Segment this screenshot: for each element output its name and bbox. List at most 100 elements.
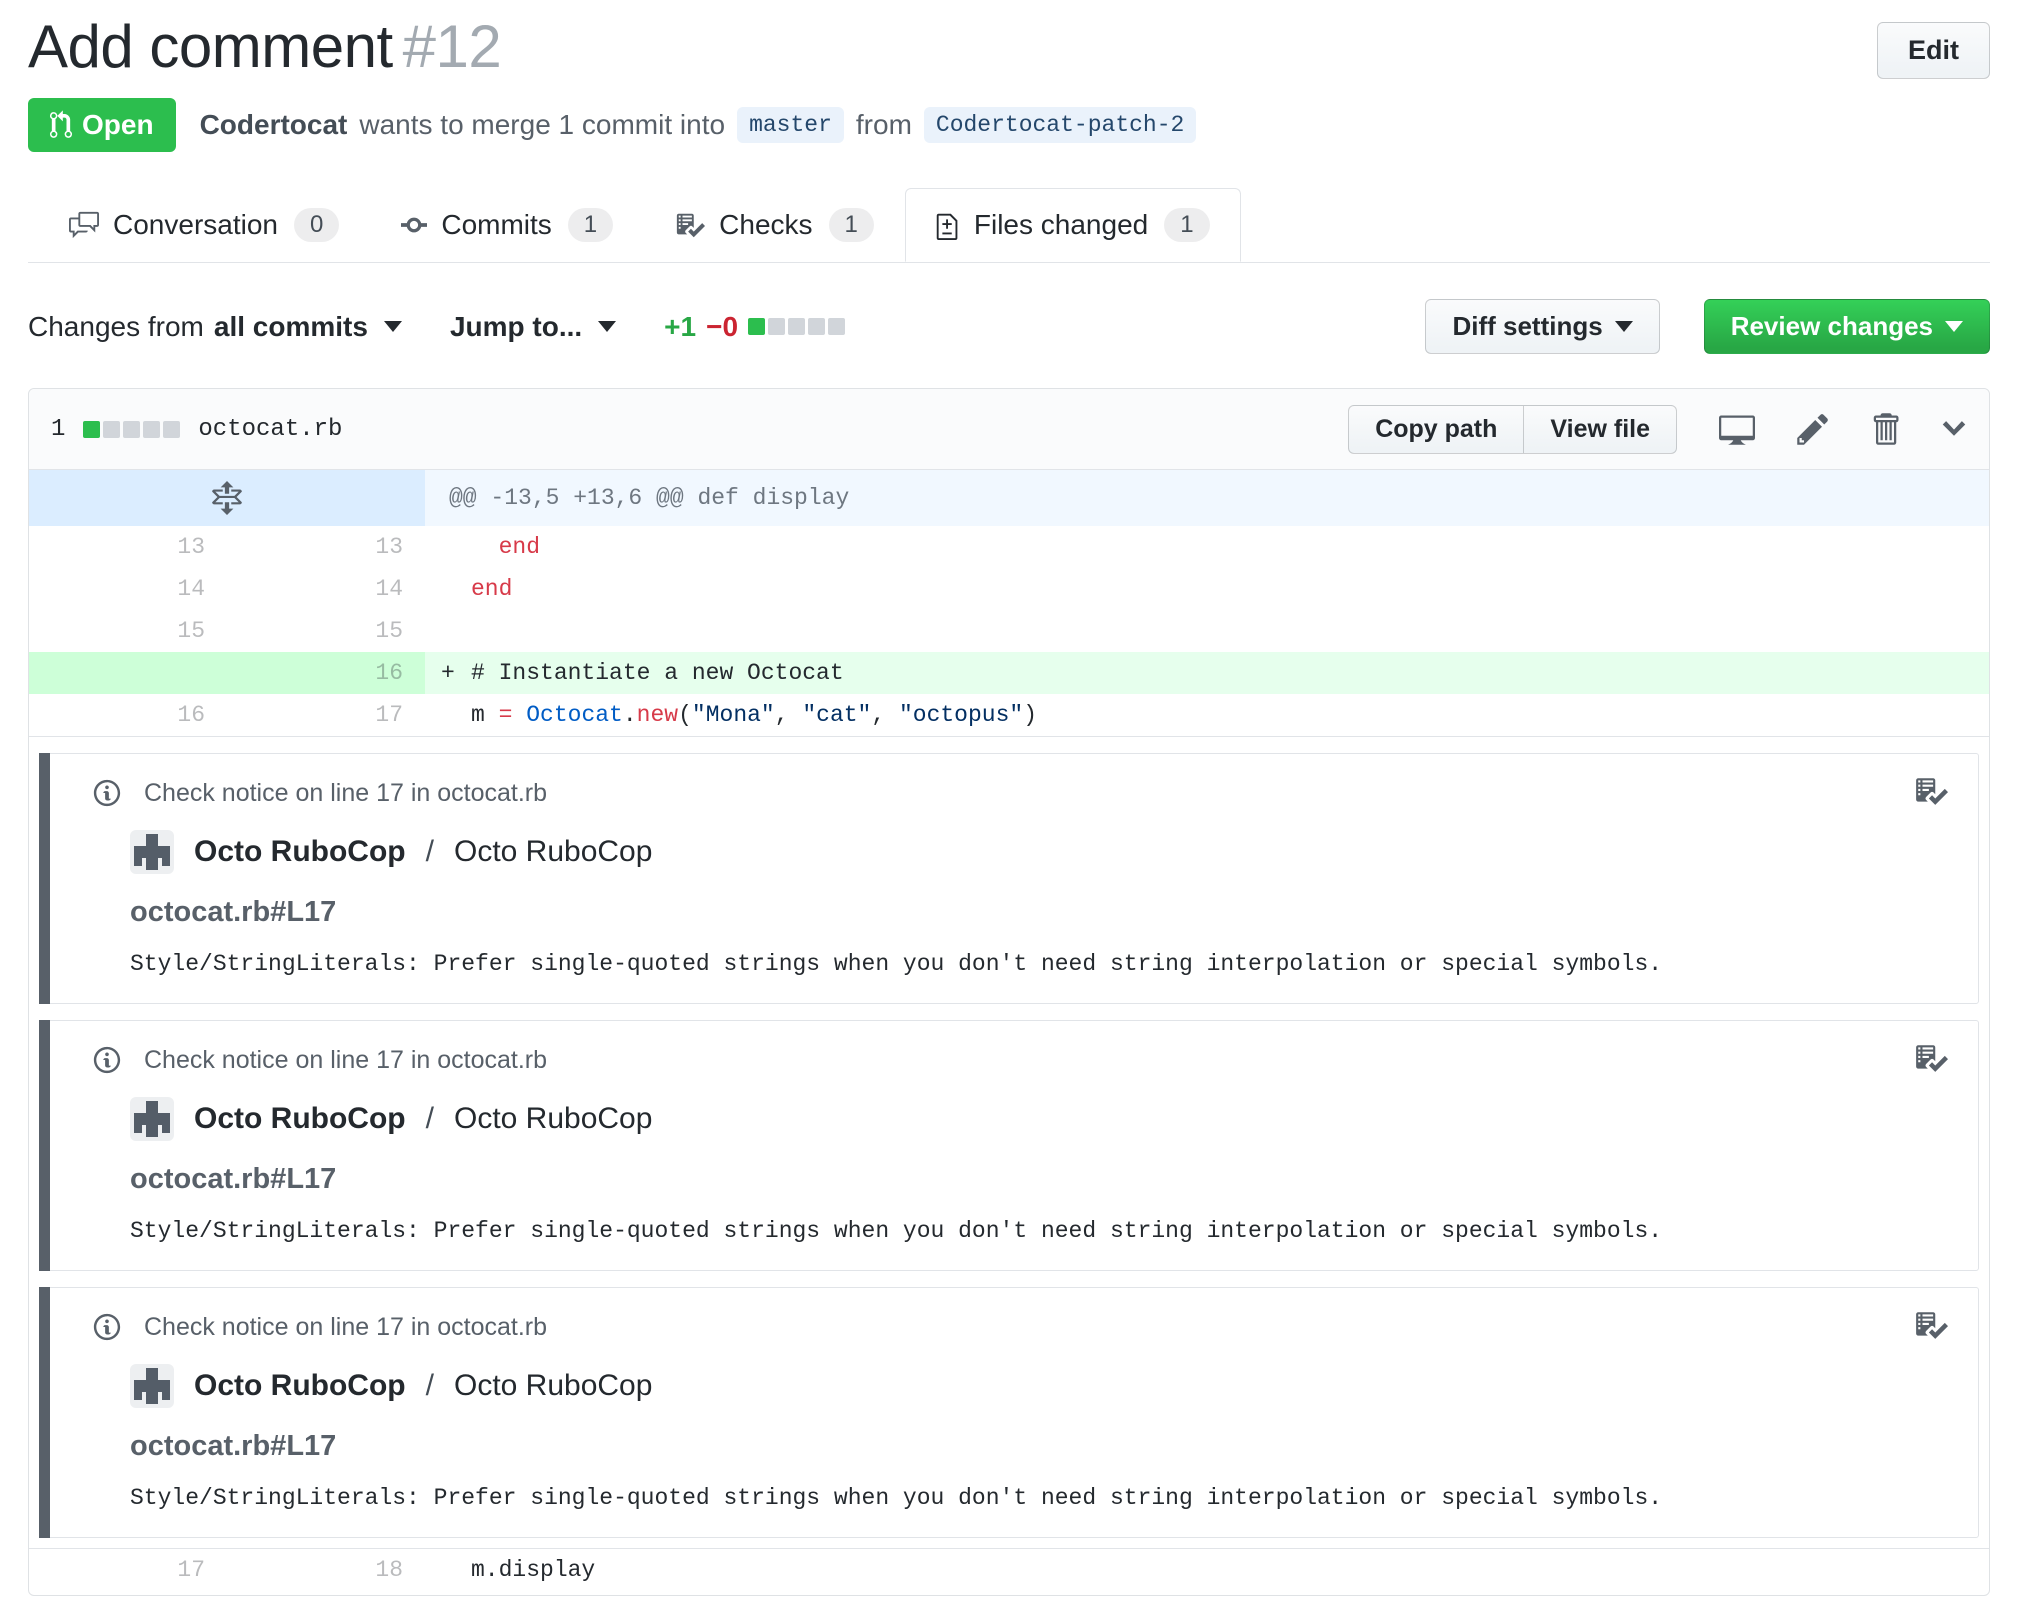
tab-label: Conversation <box>113 209 278 240</box>
pr-meta-from: from <box>855 109 912 140</box>
new-line-number[interactable]: 13 <box>227 526 425 568</box>
tab-counter: 1 <box>828 208 874 242</box>
caret-down-icon <box>1945 321 1963 332</box>
diff-sign <box>441 1549 471 1591</box>
annotation-app-row: Octo RuboCop / Octo RuboCop <box>130 1364 1942 1408</box>
code-line: end <box>425 568 1989 610</box>
view-file-button[interactable]: View file <box>1524 404 1677 454</box>
diff-sign: + <box>441 660 455 686</box>
annotation-file-path[interactable]: octocat.rb#L17 <box>130 1163 1942 1196</box>
annotations-list: Check notice on line 17 in octocat.rb Oc… <box>29 736 1989 1548</box>
delete-file-icon[interactable] <box>1871 411 1899 447</box>
deletions-count: −0 <box>706 310 739 342</box>
hunk-header: @@ -13,5 +13,6 @@ def display <box>425 470 1989 526</box>
annotation-check-name[interactable]: Octo RuboCop <box>454 835 652 869</box>
checks-icon[interactable] <box>1914 1308 1948 1342</box>
new-line-number[interactable]: 16 <box>227 652 425 694</box>
diff-rows-tail: 17 18 m.display <box>29 1548 1989 1591</box>
unfold-icon <box>212 481 242 515</box>
rich-diff-icon[interactable] <box>1719 411 1755 447</box>
annotation-separator: / <box>425 835 434 868</box>
file-button-group: Copy path View file <box>1348 404 1677 454</box>
file-diff-panel: 1 octocat.rb Copy path View file @@ -13,… <box>28 388 1990 1596</box>
pr-tabnav: Conversation 0 Commits 1 Checks 1 Files … <box>28 188 1990 263</box>
new-line-number[interactable]: 14 <box>227 568 425 610</box>
file-diffstat-blocks <box>83 420 181 438</box>
caret-down-icon <box>1614 321 1633 332</box>
check-annotation: Check notice on line 17 in octocat.rb Oc… <box>39 1020 1979 1271</box>
file-changed-count: 1 <box>51 415 66 443</box>
additions-count: +1 <box>664 310 697 342</box>
comment-discussion-icon <box>69 211 99 239</box>
diff-table: @@ -13,5 +13,6 @@ def display 13 13 end … <box>29 470 1989 1595</box>
review-changes-button[interactable]: Review changes <box>1703 299 1990 354</box>
tab-counter: 1 <box>567 208 614 242</box>
tab-conversation[interactable]: Conversation 0 <box>38 188 370 262</box>
pr-author[interactable]: Codertocat <box>200 109 348 141</box>
jump-to-label: Jump to... <box>449 310 583 342</box>
pr-title: Add comment <box>28 13 393 80</box>
base-branch-ref[interactable]: master <box>737 107 844 143</box>
diff-settings-button[interactable]: Diff settings <box>1425 299 1660 354</box>
annotation-header-text: Check notice on line 17 in octocat.rb <box>144 1312 548 1341</box>
edit-button[interactable]: Edit <box>1877 22 1990 79</box>
git-commit-icon <box>401 217 428 233</box>
tab-files-changed[interactable]: Files changed 1 <box>904 188 1241 262</box>
diff-settings-label: Diff settings <box>1452 311 1603 341</box>
checks-icon[interactable] <box>1914 774 1948 808</box>
diff-line-row: 17 18 m.display <box>29 1548 1989 1591</box>
copy-path-button[interactable]: Copy path <box>1348 404 1525 454</box>
annotation-tool-name[interactable]: Octo RuboCop <box>194 1102 406 1136</box>
review-changes-label: Review changes <box>1730 311 1933 341</box>
annotation-tool-name[interactable]: Octo RuboCop <box>194 835 406 869</box>
pull-request-page: Add comment #12 Edit Open Codertocat want… <box>0 0 2032 1610</box>
old-line-number[interactable]: 15 <box>29 610 227 652</box>
annotation-file-path[interactable]: octocat.rb#L17 <box>130 896 1942 929</box>
tab-checks[interactable]: Checks 1 <box>644 188 905 262</box>
tab-counter: 1 <box>1164 208 1210 242</box>
code-tokens: end <box>498 534 541 560</box>
code-tokens: m = Octocat.new("Mona", "cat", "octopus"… <box>471 702 1038 728</box>
checklist-icon <box>677 213 706 238</box>
diff-line-row: 13 13 end <box>29 526 1989 568</box>
diff-line-row: 16 + # Instantiate a new Octocat <box>29 652 1989 694</box>
changes-from-label: Changes from <box>28 310 204 342</box>
checks-icon[interactable] <box>1914 1041 1948 1075</box>
annotation-separator: / <box>425 1369 434 1402</box>
diff-toolbar: Changes from all commits Jump to... +1 −… <box>28 299 1990 354</box>
head-branch-ref[interactable]: Codertocat-patch-2 <box>923 107 1197 143</box>
annotation-message: Style/StringLiterals: Prefer single-quot… <box>130 951 1663 977</box>
new-line-number[interactable]: 17 <box>227 694 425 736</box>
rubocop-app-icon <box>130 1364 174 1408</box>
annotation-check-name[interactable]: Octo RuboCop <box>454 1369 652 1403</box>
code-line: m = Octocat.new("Mona", "cat", "octopus"… <box>425 694 1989 736</box>
jump-to-dropdown[interactable]: Jump to... <box>449 310 617 343</box>
changes-from-dropdown[interactable]: Changes from all commits <box>28 311 402 343</box>
code-tokens: # Instantiate a new Octocat <box>471 660 844 686</box>
caret-down-icon <box>598 321 617 332</box>
expand-hunk-button[interactable] <box>29 470 425 526</box>
annotation-file-path[interactable]: octocat.rb#L17 <box>130 1430 1942 1463</box>
caret-down-icon <box>383 321 402 332</box>
edit-file-icon[interactable] <box>1797 411 1829 447</box>
new-line-number[interactable]: 15 <box>227 610 425 652</box>
diff-sign <box>441 526 471 568</box>
old-line-number[interactable]: 13 <box>29 526 227 568</box>
collapse-diff-icon[interactable] <box>1941 411 1967 447</box>
page-title: Add comment #12 <box>28 13 502 80</box>
annotation-tool-name[interactable]: Octo RuboCop <box>194 1369 406 1403</box>
tab-counter: 0 <box>293 208 340 242</box>
pr-meta-middle: wants to merge 1 commit into <box>359 109 726 140</box>
old-line-number[interactable]: 14 <box>29 568 227 610</box>
new-line-number[interactable]: 18 <box>227 1549 425 1591</box>
old-line-number[interactable]: 17 <box>29 1549 227 1591</box>
rubocop-app-icon <box>130 830 174 874</box>
file-name[interactable]: octocat.rb <box>198 416 342 443</box>
old-line-number[interactable]: 16 <box>29 694 227 736</box>
annotation-message: Style/StringLiterals: Prefer single-quot… <box>130 1485 1663 1511</box>
diff-sign <box>441 568 471 610</box>
old-line-number[interactable] <box>29 652 227 694</box>
diffstat-blocks <box>748 318 846 335</box>
tab-commits[interactable]: Commits 1 <box>370 188 644 262</box>
annotation-check-name[interactable]: Octo RuboCop <box>454 1102 652 1136</box>
